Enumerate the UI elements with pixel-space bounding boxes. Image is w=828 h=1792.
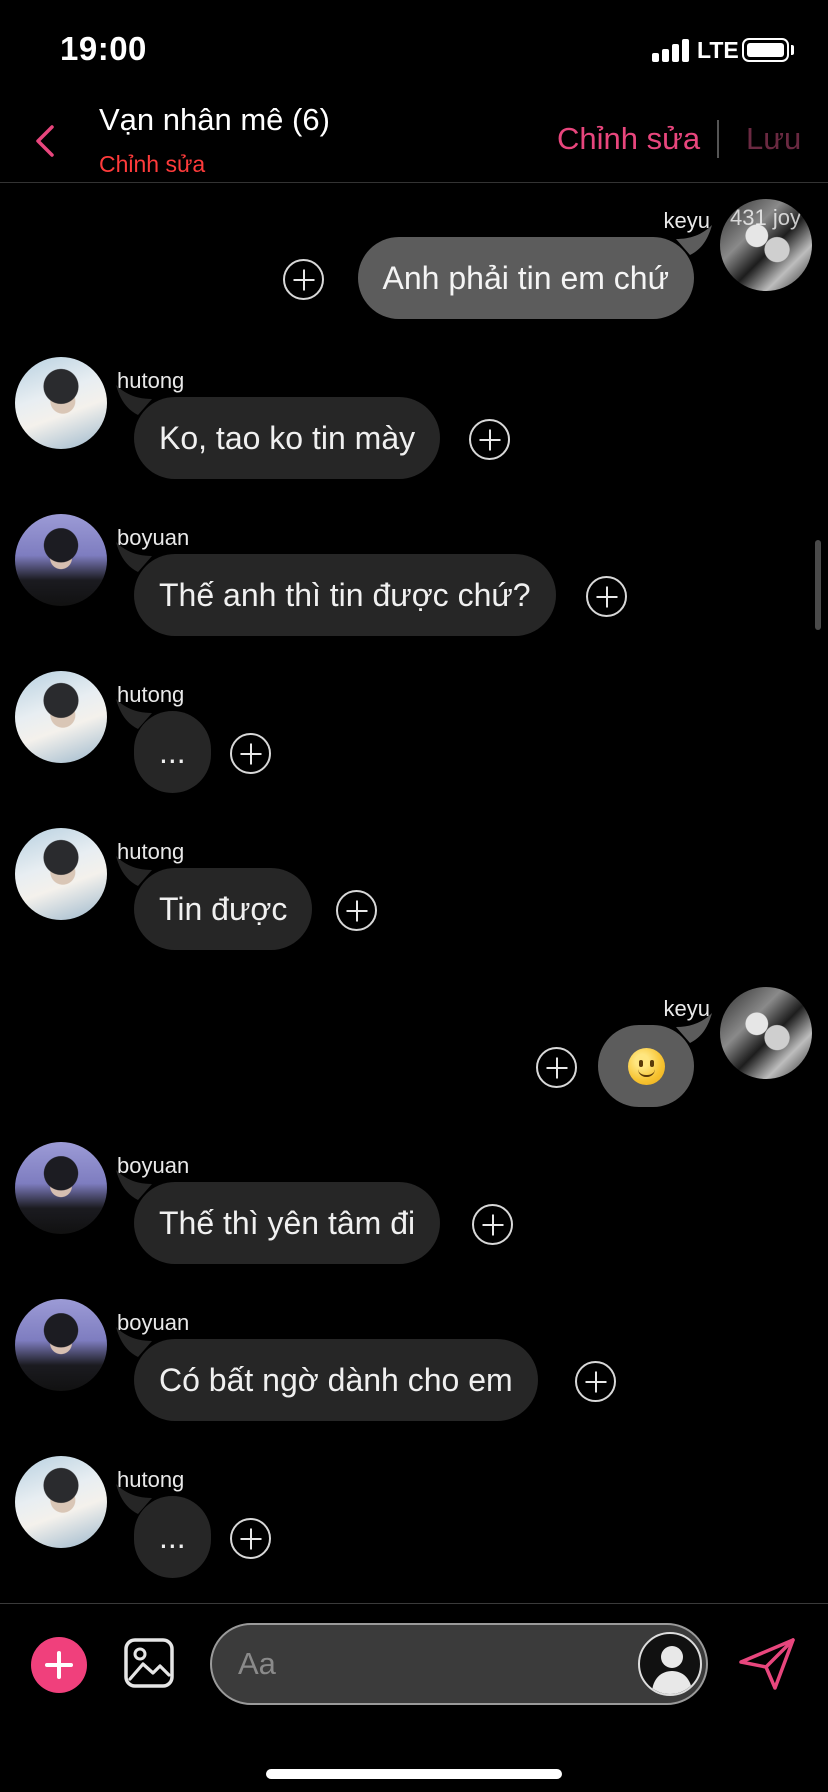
message-bubble[interactable]: ...	[134, 1496, 211, 1578]
avatar[interactable]	[15, 828, 107, 920]
add-reaction-button[interactable]	[336, 890, 377, 931]
signal-strength-icon	[652, 38, 692, 62]
add-reaction-button[interactable]	[469, 419, 510, 460]
message-input[interactable]	[238, 1625, 608, 1703]
avatar[interactable]	[720, 987, 812, 1079]
message-row: boyuan Thế thì yên tâm đi	[0, 1142, 828, 1264]
message-bubble[interactable]: Thế thì yên tâm đi	[134, 1182, 441, 1264]
scroll-indicator[interactable]	[815, 540, 821, 630]
add-button[interactable]	[31, 1637, 87, 1693]
message-bubble[interactable]: Thế anh thì tin được chứ?	[134, 554, 556, 636]
persona-button[interactable]	[638, 1632, 702, 1696]
add-reaction-button[interactable]	[586, 576, 627, 617]
avatar[interactable]: 431 joy	[720, 199, 812, 291]
chat-header: Vạn nhân mê (6) Chỉnh sửa Chỉnh sửa Lưu	[0, 100, 828, 183]
message-row: boyuan Có bất ngờ dành cho em	[0, 1299, 828, 1421]
message-bubble[interactable]: Tin được	[134, 868, 313, 950]
user-silhouette-icon	[652, 1646, 692, 1694]
add-reaction-button[interactable]	[536, 1047, 577, 1088]
message-row: boyuan Thế anh thì tin được chứ?	[0, 514, 828, 636]
message-bubble[interactable]	[598, 1025, 694, 1107]
add-reaction-button[interactable]	[283, 259, 324, 300]
message-bubble[interactable]: Có bất ngờ dành cho em	[134, 1339, 538, 1421]
header-divider	[717, 120, 719, 158]
status-bar: 19:00 LTE	[0, 0, 828, 100]
edit-button[interactable]: Chỉnh sửa	[557, 121, 700, 157]
message-bubble[interactable]: ...	[134, 711, 211, 793]
avatar[interactable]	[15, 671, 107, 763]
message-input-wrapper	[210, 1623, 708, 1705]
message-bubble[interactable]: Ko, tao ko tin mày	[134, 397, 441, 479]
status-time: 19:00	[60, 30, 147, 67]
message-list[interactable]: 431 joy keyu Anh phải tin em chứ hutong …	[0, 184, 828, 1602]
message-row: keyu	[0, 985, 828, 1107]
avatar[interactable]	[15, 1299, 107, 1391]
avatar[interactable]	[15, 1142, 107, 1234]
add-reaction-button[interactable]	[230, 1518, 271, 1559]
save-button[interactable]: Lưu	[746, 121, 801, 157]
message-row: hutong ...	[0, 1456, 828, 1578]
home-indicator	[266, 1769, 562, 1779]
message-row: hutong Tin được	[0, 828, 828, 950]
slightly-smiling-face-icon	[627, 1048, 665, 1086]
chat-subtitle[interactable]: Chỉnh sửa	[99, 151, 205, 178]
chat-title: Vạn nhân mê (6)	[99, 102, 330, 137]
avatar[interactable]	[15, 1456, 107, 1548]
add-reaction-button[interactable]	[230, 733, 271, 774]
battery-tip	[791, 45, 794, 55]
add-reaction-button[interactable]	[472, 1204, 513, 1245]
message-row: hutong ...	[0, 671, 828, 793]
battery-icon	[742, 38, 789, 62]
paper-plane-icon[interactable]	[737, 1636, 797, 1692]
composer-bar	[0, 1603, 828, 1792]
avatar[interactable]	[15, 357, 107, 449]
message-row: 431 joy keyu Anh phải tin em chứ	[0, 197, 828, 319]
avatar[interactable]	[15, 514, 107, 606]
add-reaction-button[interactable]	[575, 1361, 616, 1402]
message-bubble[interactable]: Anh phải tin em chứ	[357, 237, 694, 319]
back-chevron-icon[interactable]	[30, 119, 60, 163]
image-icon[interactable]	[123, 1637, 175, 1689]
avatar-watermark: 431 joy	[730, 205, 801, 230]
message-row: hutong Ko, tao ko tin mày	[0, 357, 828, 479]
network-type: LTE	[697, 37, 739, 63]
